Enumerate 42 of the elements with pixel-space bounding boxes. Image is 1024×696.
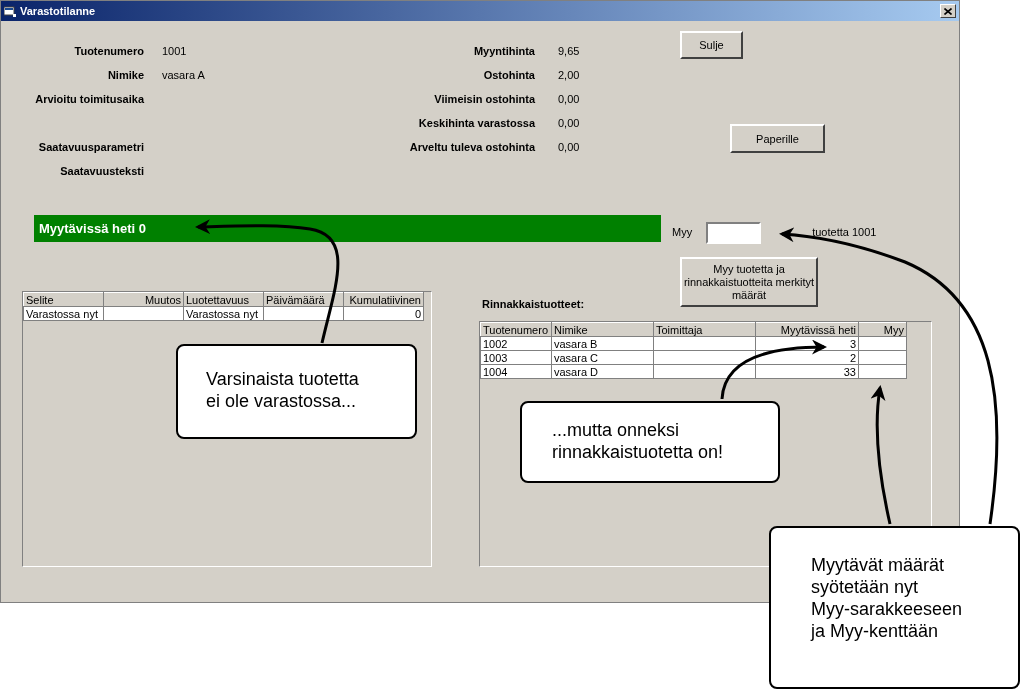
callout-box: Varsinaista tuotetta ei ole varastossa... [176,344,417,439]
column-header[interactable]: Luotettavuus [183,292,264,307]
column-header[interactable]: Toimittaja [653,322,756,337]
column-header[interactable]: Päivämäärä [263,292,344,307]
price-value: 0,00 [558,93,581,105]
sell-input-field[interactable] [706,222,762,244]
window-title: Varastotilanne [20,5,97,17]
price-label: Keskihinta varastossa [417,117,535,129]
sell-suffix-text: tuotetta 1001 [812,226,877,238]
field-label: Saatavuusteksti [59,165,144,177]
price-label: Myyntihinta [472,45,535,57]
column-header[interactable]: Selite [23,292,104,307]
column-header[interactable]: Kumulatiivinen [343,292,424,307]
print-button[interactable]: Paperille [730,124,825,153]
close-window-button[interactable]: Sulje [680,31,743,59]
window-icon [4,5,16,17]
callout-box: Myytävät määrät syötetään nyt Myy-sarakkeeseen ja Myy-kenttään [769,526,1020,689]
price-label: Ostohinta [482,69,535,81]
field-label: Nimike [106,69,144,81]
close-icon [944,7,952,15]
availability-bar: Myytävissä heti 0 [34,215,661,242]
price-value: 2,00 [558,69,581,81]
field-label: Arvioitu toimitusaika [34,93,144,105]
field-value: vasara A [162,69,206,81]
price-label: Arveltu tuleva ostohinta [408,141,535,153]
section-heading: Rinnakkaistuotteet: [481,298,586,310]
sell-label: Myy [672,226,693,238]
field-label: Saatavuusparametri [37,141,144,153]
column-header[interactable]: Myy [858,322,907,337]
field-label: Tuotenumero [73,45,144,57]
price-label: Viimeisin ostohinta [433,93,535,105]
column-header[interactable]: Tuotenumero [480,322,552,337]
price-value: 0,00 [558,141,581,153]
column-header[interactable]: Myytävissä heti [755,322,859,337]
close-button[interactable] [940,4,956,18]
price-value: 9,65 [558,45,581,57]
callout-box: ...mutta onneksi rinnakkaistuotetta on! [520,401,780,483]
sell-button[interactable]: Myy tuotetta ja rinnakkaistuotteita merkityt määrät [680,257,818,307]
price-value: 0,00 [558,117,581,129]
field-value: 1001 [162,45,188,57]
column-header[interactable]: Nimike [551,322,654,337]
column-header[interactable]: Muutos [103,292,184,307]
